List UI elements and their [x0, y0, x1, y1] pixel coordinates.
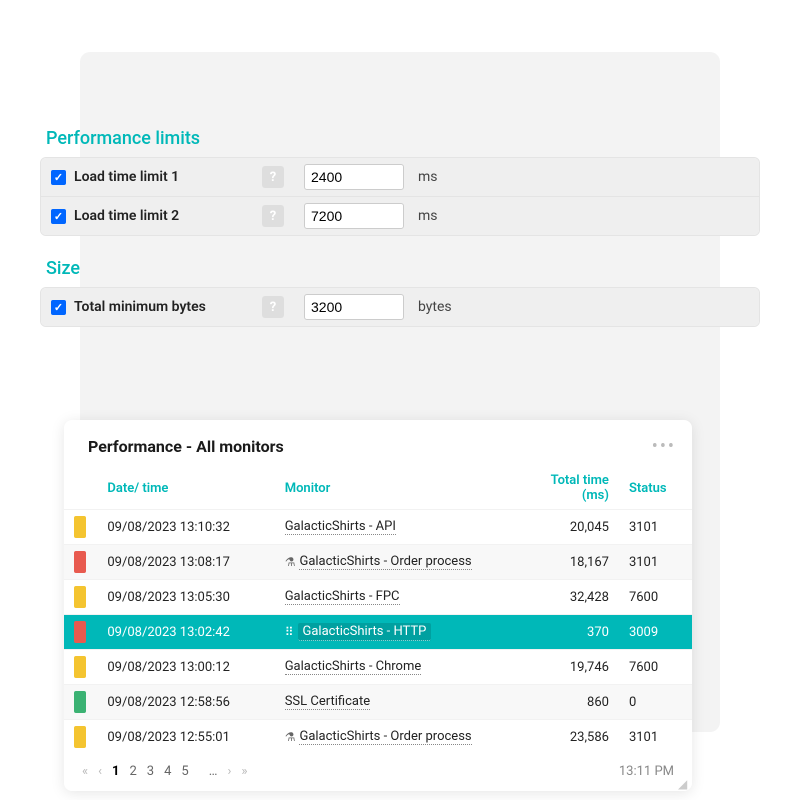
pager-page[interactable]: 4	[164, 764, 171, 779]
pager-page[interactable]: 3	[147, 764, 154, 779]
cell-total-time: 370	[515, 615, 619, 650]
monitor-name[interactable]: GalacticShirts - Chrome	[285, 659, 422, 675]
cell-total-time: 20,045	[515, 510, 619, 545]
status-chip	[74, 656, 86, 678]
table-row[interactable]: 09/08/2023 12:58:56 SSL Certificate 8600	[64, 685, 692, 720]
col-monitor[interactable]: Monitor	[275, 467, 515, 510]
flask-icon: ⚗	[285, 730, 296, 744]
table-row[interactable]: 09/08/2023 13:08:17⚗GalacticShirts - Ord…	[64, 545, 692, 580]
col-chip	[64, 467, 97, 510]
load-time-limit-1-input[interactable]	[304, 164, 404, 190]
monitor-name[interactable]: GalacticShirts - Order process	[299, 554, 471, 570]
pager-prev-icon[interactable]: ‹	[98, 764, 102, 779]
col-date[interactable]: Date/ time	[97, 467, 274, 510]
unit-label: bytes	[418, 299, 452, 315]
cell-datetime: 09/08/2023 13:02:42	[97, 615, 274, 650]
monitor-name[interactable]: SSL Certificate	[285, 694, 370, 710]
pager-page[interactable]: 2	[129, 764, 136, 779]
col-status[interactable]: Status	[619, 467, 692, 510]
help-icon[interactable]: ?	[262, 166, 284, 188]
size-title: Size	[40, 258, 760, 279]
size-section: Size Total minimum bytes ? bytes	[40, 258, 760, 327]
table-row[interactable]: 09/08/2023 13:00:12 GalacticShirts - Chro…	[64, 650, 692, 685]
size-panel: Total minimum bytes ? bytes	[40, 287, 760, 327]
cell-monitor[interactable]: GalacticShirts - API	[275, 510, 515, 545]
resize-handle-icon[interactable]: ◢	[678, 777, 688, 787]
pager: « ‹ 12345 … › » 13:11 PM	[64, 754, 692, 785]
performance-limits-panel: Load time limit 1 ? ms Load time limit 2…	[40, 157, 760, 236]
monitors-table: Date/ time Monitor Total time (ms) Statu…	[64, 467, 692, 754]
cell-status: 3101	[619, 510, 692, 545]
cell-datetime: 09/08/2023 13:08:17	[97, 545, 274, 580]
cell-total-time: 23,586	[515, 720, 619, 755]
cell-monitor[interactable]: GalacticShirts - FPC	[275, 580, 515, 615]
performance-monitors-card: Performance - All monitors ••• Date/ tim…	[64, 420, 692, 791]
cell-monitor[interactable]: ⚗GalacticShirts - Order process	[275, 545, 515, 580]
monitor-name[interactable]: GalacticShirts - HTTP	[298, 623, 432, 641]
min-bytes-input[interactable]	[304, 294, 404, 320]
table-row[interactable]: 09/08/2023 13:10:32 GalacticShirts - API 2…	[64, 510, 692, 545]
cell-datetime: 09/08/2023 13:05:30	[97, 580, 274, 615]
pager-next-icon[interactable]: ›	[227, 764, 231, 779]
cell-monitor[interactable]: ⠿ GalacticShirts - HTTP	[275, 615, 515, 650]
table-row[interactable]: 09/08/2023 12:55:01⚗GalacticShirts - Ord…	[64, 720, 692, 755]
min-bytes-label: Total minimum bytes	[74, 299, 254, 315]
pager-page[interactable]: 5	[181, 764, 188, 779]
min-bytes-row: Total minimum bytes ? bytes	[41, 288, 759, 326]
load-time-limit-2-label: Load time limit 2	[74, 208, 254, 224]
cell-datetime: 09/08/2023 13:10:32	[97, 510, 274, 545]
col-total[interactable]: Total time (ms)	[515, 467, 619, 510]
cell-monitor[interactable]: ⚗GalacticShirts - Order process	[275, 720, 515, 755]
table-row[interactable]: 09/08/2023 13:05:30 GalacticShirts - FPC 3…	[64, 580, 692, 615]
unit-label: ms	[418, 169, 438, 185]
cell-total-time: 860	[515, 685, 619, 720]
cell-total-time: 18,167	[515, 545, 619, 580]
cell-status: 3101	[619, 545, 692, 580]
cell-status: 3009	[619, 615, 692, 650]
cell-datetime: 09/08/2023 13:00:12	[97, 650, 274, 685]
pager-last-icon[interactable]: »	[241, 764, 247, 779]
card-title: Performance - All monitors	[88, 437, 284, 456]
table-row[interactable]: 09/08/2023 13:02:42 ⠿ GalacticShirts - HTT…	[64, 615, 692, 650]
load-time-limit-1-row: Load time limit 1 ? ms	[41, 158, 759, 197]
flask-icon: ⚗	[285, 555, 296, 569]
pager-page[interactable]: 1	[112, 764, 119, 779]
load-time-limit-1-label: Load time limit 1	[74, 169, 254, 185]
status-chip	[74, 516, 86, 538]
cell-status: 3101	[619, 720, 692, 755]
status-chip	[74, 586, 86, 608]
unit-label: ms	[418, 208, 438, 224]
load-time-limit-1-checkbox[interactable]	[51, 170, 66, 185]
monitor-name[interactable]: GalacticShirts - Order process	[299, 729, 471, 745]
monitor-name[interactable]: GalacticShirts - FPC	[285, 589, 400, 605]
cell-status: 7600	[619, 650, 692, 685]
monitor-name[interactable]: GalacticShirts - API	[285, 519, 396, 535]
status-chip	[74, 551, 86, 573]
load-time-limit-2-row: Load time limit 2 ? ms	[41, 197, 759, 235]
grip-icon: ⠿	[285, 625, 294, 639]
load-time-limit-2-input[interactable]	[304, 203, 404, 229]
card-header: Performance - All monitors •••	[64, 436, 692, 467]
status-chip	[74, 621, 86, 643]
pager-first-icon[interactable]: «	[82, 764, 88, 779]
cell-datetime: 09/08/2023 12:55:01	[97, 720, 274, 755]
status-chip	[74, 691, 86, 713]
load-time-limit-2-checkbox[interactable]	[51, 209, 66, 224]
cell-total-time: 19,746	[515, 650, 619, 685]
pager-time: 13:11 PM	[619, 764, 674, 779]
help-icon[interactable]: ?	[262, 205, 284, 227]
min-bytes-checkbox[interactable]	[51, 300, 66, 315]
help-icon[interactable]: ?	[262, 296, 284, 318]
cell-status: 0	[619, 685, 692, 720]
cell-status: 7600	[619, 580, 692, 615]
cell-total-time: 32,428	[515, 580, 619, 615]
cell-monitor[interactable]: GalacticShirts - Chrome	[275, 650, 515, 685]
cell-monitor[interactable]: SSL Certificate	[275, 685, 515, 720]
performance-limits-section: Performance limits Load time limit 1 ? m…	[40, 128, 760, 236]
cell-datetime: 09/08/2023 12:58:56	[97, 685, 274, 720]
status-chip	[74, 726, 86, 748]
more-icon[interactable]: •••	[652, 436, 676, 457]
performance-limits-title: Performance limits	[40, 128, 760, 149]
pager-ellipsis: …	[209, 764, 218, 779]
